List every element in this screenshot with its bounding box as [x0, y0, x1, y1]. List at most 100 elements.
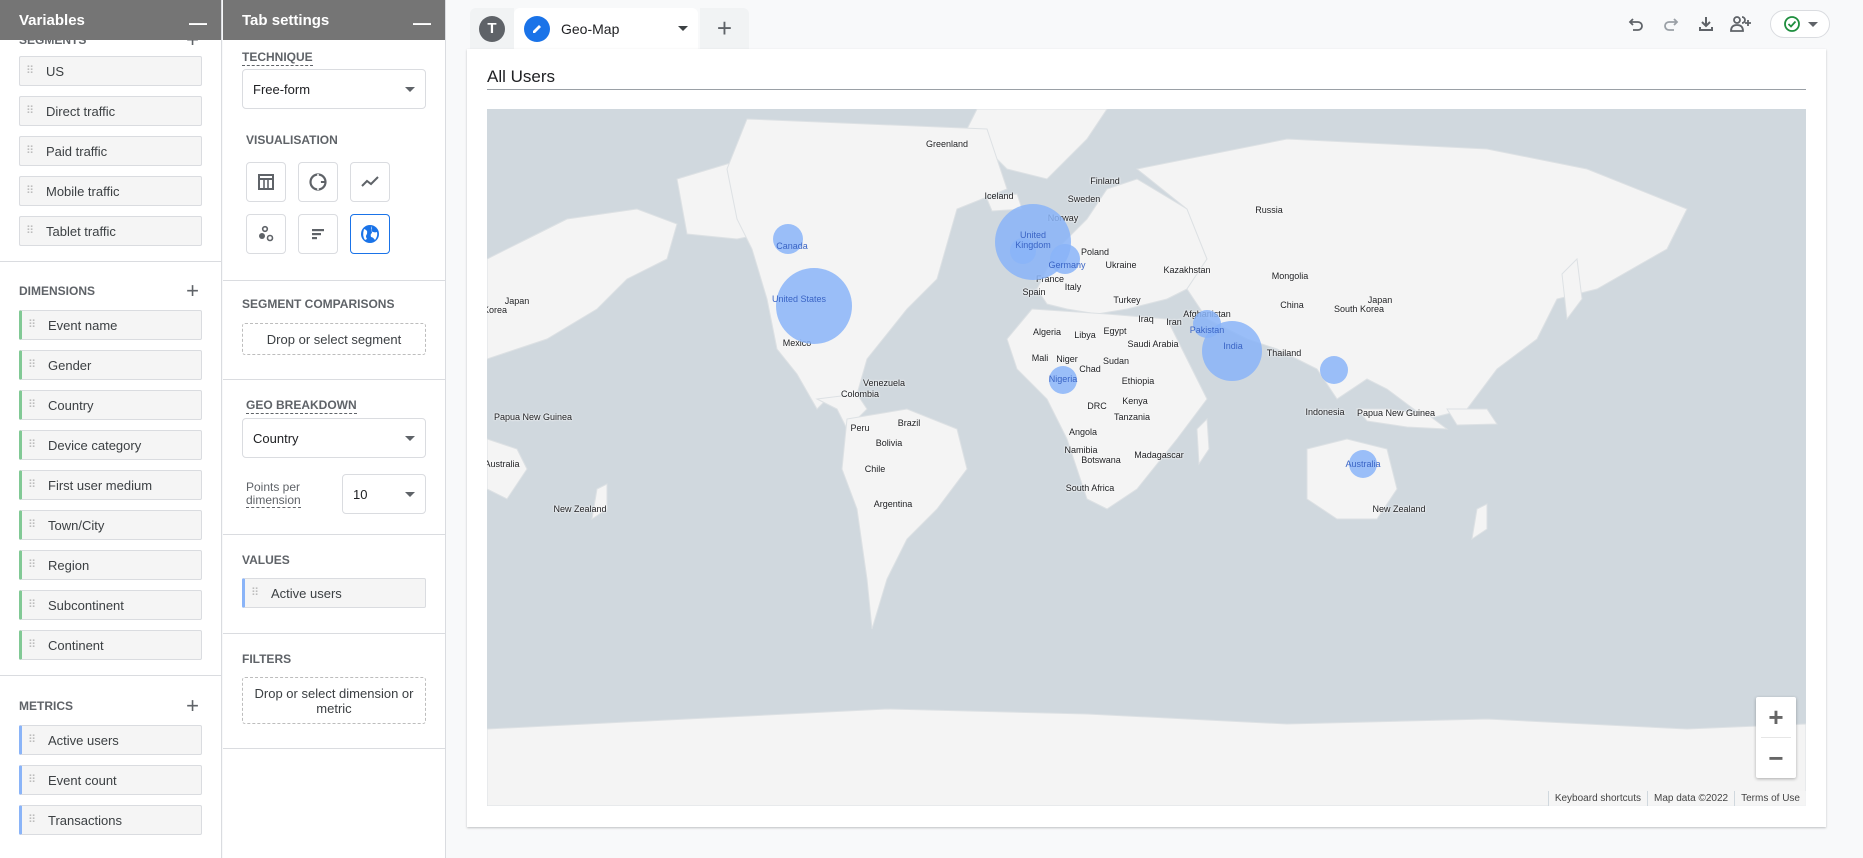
metric-chip-label: Active users: [48, 732, 119, 748]
geo-map[interactable]: Greenland Iceland Finland Sweden Norway Russi…: [487, 109, 1806, 806]
segment-chip[interactable]: ⠿ Paid traffic: [19, 136, 202, 166]
bubble-label: United Kingdom: [1015, 230, 1051, 250]
terms-of-use-link[interactable]: Terms of Use: [1734, 791, 1806, 806]
status-menu-button[interactable]: [1770, 10, 1830, 38]
segment-chip-label: Mobile traffic: [46, 183, 120, 199]
visualisation-label: Visualisation: [246, 133, 338, 147]
geo-map-icon: [361, 225, 379, 243]
filters-dropzone[interactable]: Drop or select dimension or metric: [242, 677, 426, 724]
avatar: T: [479, 15, 505, 42]
dimensions-header: Dimensions +: [0, 262, 221, 312]
viz-table-button[interactable]: [246, 162, 286, 202]
metrics-label: Metrics: [19, 699, 73, 713]
keyboard-shortcuts-link[interactable]: Keyboard shortcuts: [1547, 791, 1647, 806]
segment-comparisons-label: Segment comparisons: [242, 297, 395, 311]
viz-donut-button[interactable]: [298, 162, 338, 202]
value-chip-label: Active users: [271, 585, 342, 601]
bubble-label: Pakistan: [1189, 325, 1225, 335]
minimize-variables-button[interactable]: —: [189, 14, 207, 32]
viz-scatter-button[interactable]: [246, 214, 286, 254]
map-data-text: Map data ©2022: [1647, 791, 1735, 806]
drag-handle-icon: ⠿: [26, 104, 34, 117]
redo-icon: [1663, 18, 1678, 31]
dimension-chip[interactable]: ⠿ First user medium: [19, 470, 202, 500]
points-label-line2: dimension: [246, 493, 301, 508]
segment-chip-label: Tablet traffic: [46, 223, 116, 239]
viz-geo-map-button[interactable]: [350, 214, 390, 254]
bubble-label: Canada: [776, 241, 808, 251]
viz-bar-button[interactable]: [298, 214, 338, 254]
drag-handle-icon: ⠿: [28, 733, 36, 746]
saved-check-icon: [1783, 16, 1800, 32]
chevron-down-icon: [405, 435, 415, 441]
dimension-chip[interactable]: ⠿ Continent: [19, 630, 202, 660]
variables-panel: Variables — Segments + ⠿US⠿Direct traffi…: [0, 0, 222, 858]
chevron-down-icon: [405, 86, 415, 92]
dimension-chip[interactable]: ⠿ Region: [19, 550, 202, 580]
chevron-down-icon: [405, 491, 415, 497]
metric-chip[interactable]: ⠿ Transactions: [19, 805, 202, 835]
zoom-in-button[interactable]: +: [1756, 697, 1796, 737]
minimize-tab-settings-button[interactable]: —: [413, 14, 431, 32]
segment-chip[interactable]: ⠿ Mobile traffic: [19, 176, 202, 206]
metric-chip-label: Transactions: [48, 812, 122, 828]
metric-chip[interactable]: ⠿ Active users: [19, 725, 202, 755]
segment-chip[interactable]: ⠿ Direct traffic: [19, 96, 202, 126]
bubble-label: Australia: [1345, 459, 1381, 469]
value-chip[interactable]: ⠿ Active users: [242, 578, 426, 608]
points-per-dimension-select[interactable]: 10: [342, 474, 426, 514]
bubble-label: United States: [771, 294, 827, 304]
segment-chip[interactable]: ⠿ Tablet traffic: [19, 216, 202, 246]
donut-chart-icon: [309, 173, 327, 191]
values-label: Values: [242, 553, 290, 567]
bubble-label: Nigeria: [1048, 374, 1078, 384]
dimension-chip[interactable]: ⠿ Country: [19, 390, 202, 420]
redo-button[interactable]: [1653, 10, 1688, 38]
share-button[interactable]: [1723, 10, 1758, 38]
app: Variables — Segments + ⠿US⠿Direct traffi…: [0, 0, 1863, 858]
drag-handle-icon: ⠿: [28, 318, 36, 331]
tab-menu-chevron-icon[interactable]: [678, 26, 688, 31]
bubble-label: India: [1223, 341, 1243, 351]
scatter-plot-icon: [259, 225, 274, 242]
drag-handle-icon: ⠿: [28, 598, 36, 611]
drag-handle-icon: ⠿: [28, 813, 36, 826]
drag-handle-icon: ⠿: [28, 398, 36, 411]
drag-handle-icon: ⠿: [26, 224, 34, 237]
undo-button[interactable]: [1618, 10, 1653, 38]
add-dimension-button[interactable]: +: [186, 278, 199, 304]
tab-bar: T Geo-Map +: [470, 8, 749, 49]
tab-geo-map[interactable]: Geo-Map: [514, 8, 698, 49]
geo-breakdown-select[interactable]: Country: [242, 418, 426, 458]
segment-chip-label: Paid traffic: [46, 143, 108, 159]
segment-dropzone[interactable]: Drop or select segment: [242, 323, 426, 355]
dimension-chip[interactable]: ⠿ Gender: [19, 350, 202, 380]
dimension-chip[interactable]: ⠿ Event name: [19, 310, 202, 340]
bubble-philippines[interactable]: [1320, 356, 1348, 384]
dimension-chip[interactable]: ⠿ Town/City: [19, 510, 202, 540]
tab-settings-header: Tab settings —: [223, 0, 445, 40]
dimension-chip[interactable]: ⠿ Device category: [19, 430, 202, 460]
add-tab-button[interactable]: +: [700, 8, 749, 49]
technique-select[interactable]: Free-form: [242, 69, 426, 109]
technique-value: Free-form: [253, 81, 311, 97]
bubble-layer: [773, 204, 1377, 478]
chevron-down-icon: [1807, 21, 1818, 27]
zoom-out-button[interactable]: −: [1756, 738, 1796, 778]
pencil-icon: [524, 15, 550, 42]
technique-label: Technique: [242, 50, 313, 66]
geo-breakdown-label: Geo breakdown: [246, 398, 357, 414]
dimension-chip[interactable]: ⠿ Subcontinent: [19, 590, 202, 620]
viz-line-button[interactable]: [350, 162, 390, 202]
download-button[interactable]: [1688, 10, 1723, 38]
bubble-united-states[interactable]: [776, 268, 852, 344]
metric-chip-label: Event count: [48, 772, 117, 788]
dimension-chip-label: Device category: [48, 437, 142, 453]
line-chart-icon: [361, 176, 379, 187]
share-users-icon: [1729, 16, 1751, 32]
viz-title[interactable]: All Users: [487, 67, 1806, 90]
metric-chip[interactable]: ⠿ Event count: [19, 765, 202, 795]
segment-chip[interactable]: ⠿ US: [19, 56, 202, 86]
add-metric-button[interactable]: +: [186, 693, 199, 719]
tab-avatar[interactable]: T: [470, 8, 514, 49]
